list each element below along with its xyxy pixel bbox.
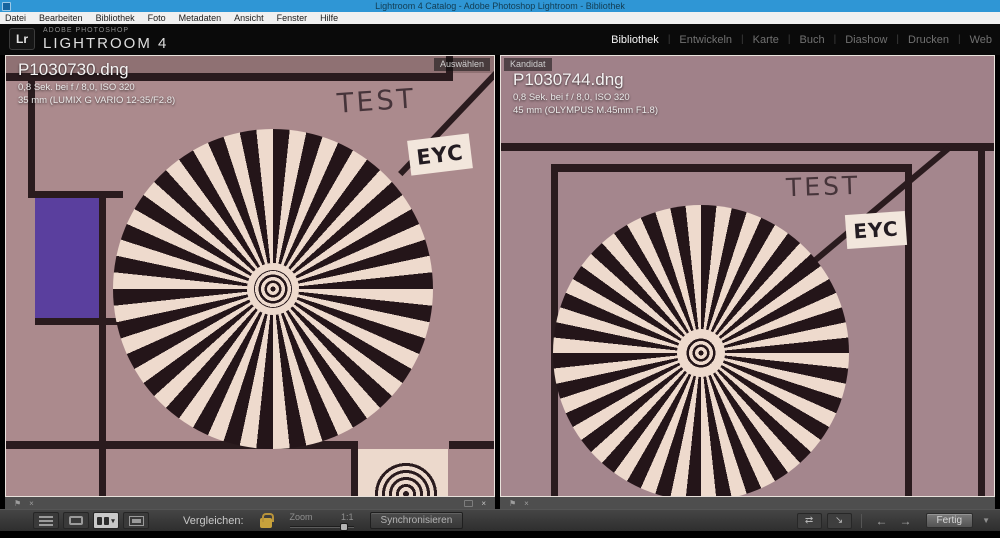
candidate-reject-flag-icon[interactable]: × [524, 499, 529, 508]
chart-purple-patch [35, 198, 101, 318]
siemens-star-2 [553, 205, 849, 496]
chart-line-h3 [35, 318, 119, 325]
select-reject-flag-icon[interactable]: × [29, 499, 34, 508]
toolbar-options-chevron-icon[interactable]: ▼ [982, 516, 990, 525]
select-filename: P1030730.dng [18, 60, 129, 79]
zoom-label: Zoom [289, 511, 313, 522]
candidate-photo-info: P1030744.dng 0,8 Sek. bei f / 8,0, ISO 3… [513, 70, 658, 116]
swap-icon: ⇄ [804, 515, 814, 526]
lightroom-header: Lr ADOBE PHOTOSHOP LIGHTROOM 4 Bibliothe… [0, 24, 1000, 55]
menu-bar: Datei Bearbeiten Bibliothek Foto Metadat… [0, 12, 1000, 24]
select-footer-bar: ⚑ × × [5, 497, 495, 509]
module-diashow[interactable]: Diashow [845, 34, 887, 46]
compare-candidate-image[interactable]: TEST EYC Kandidat P1030744.dng 0,8 Sek. … [500, 55, 995, 497]
compare-view-button[interactable]: ▾ [93, 512, 119, 529]
chart-eyc-label: EYC [407, 133, 473, 176]
chart-test-label-2: TEST [785, 170, 861, 203]
compare-select-image[interactable]: TEST EYC Auswählen P1030730.dng 0,8 Sek.… [5, 55, 495, 497]
module-separator: | [667, 34, 671, 45]
select-remove-icon[interactable]: × [481, 499, 486, 508]
make-select-button[interactable]: ↘ [826, 512, 852, 529]
menu-hilfe[interactable]: Hilfe [320, 13, 338, 23]
chart-line-h4b [449, 441, 494, 449]
swap-button[interactable]: ⇄ [796, 512, 822, 529]
make-select-icon: ↘ [834, 515, 844, 526]
chart-test-label: TEST [336, 83, 418, 120]
siemens-star [113, 129, 433, 449]
title-bar: Lightroom 4 Catalog - Adobe Photoshop Li… [0, 0, 1000, 12]
previous-photo-icon[interactable]: ← [876, 514, 888, 528]
loupe-view-button[interactable] [63, 512, 89, 529]
module-separator: | [787, 34, 791, 45]
module-separator: | [833, 34, 837, 45]
toolbar-separator [860, 513, 862, 528]
module-separator: | [896, 34, 899, 45]
menu-metadaten[interactable]: Metadaten [179, 13, 222, 23]
chart-line-v3 [351, 441, 358, 496]
module-buch[interactable]: Buch [800, 34, 825, 46]
loupe-view-icon [69, 516, 83, 525]
module-karte[interactable]: Karte [753, 34, 779, 46]
select-badge: Auswählen [433, 58, 490, 71]
menu-foto[interactable]: Foto [148, 13, 166, 23]
zoom-control: Zoom 1:1 [289, 511, 354, 531]
zoom-slider-thumb[interactable] [339, 522, 348, 531]
chart-line-h2 [28, 191, 123, 198]
module-separator: | [741, 34, 744, 45]
app-icon [2, 2, 11, 11]
zoom-slider[interactable] [289, 522, 354, 531]
done-button[interactable]: Fertig [925, 513, 974, 528]
menu-fenster[interactable]: Fenster [277, 13, 308, 23]
menu-bibliothek[interactable]: Bibliothek [96, 13, 135, 23]
module-separator: | [957, 34, 961, 45]
module-entwickeln[interactable]: Entwickeln [679, 34, 732, 46]
select-rotate-icon[interactable] [464, 499, 474, 507]
chart-line-v2 [99, 191, 106, 496]
survey-view-button[interactable] [123, 512, 149, 529]
select-photo-info: P1030730.dng 0,8 Sek. bei f / 8,0, ISO 3… [18, 60, 175, 106]
module-drucken[interactable]: Drucken [908, 34, 949, 46]
candidate-exposure: 0,8 Sek. bei f / 8,0, ISO 320 [513, 92, 630, 103]
module-web[interactable]: Web [970, 34, 992, 46]
select-lens: 35 mm (LUMIX G VARIO 12-35/F2.8) [18, 95, 176, 106]
compare-label: Vergleichen: [183, 514, 244, 527]
menu-ansicht[interactable]: Ansicht [234, 13, 264, 23]
synchronize-button[interactable]: Synchronisieren [369, 512, 464, 529]
window-title: Lightroom 4 Catalog - Adobe Photoshop Li… [375, 1, 625, 11]
module-bibliothek[interactable]: Bibliothek [611, 34, 659, 46]
chart-outer-top [501, 143, 994, 151]
bottom-strip [0, 531, 1000, 538]
brand-block: ADOBE PHOTOSHOP LIGHTROOM 4 [43, 27, 168, 52]
candidate-filename: P1030744.dng [513, 70, 624, 89]
menu-bearbeiten[interactable]: Bearbeiten [39, 13, 83, 23]
lr-logo: Lr [9, 28, 35, 50]
zoom-lock-icon[interactable] [259, 512, 274, 528]
grid-view-button[interactable] [33, 512, 59, 529]
candidate-pick-flag-icon[interactable]: ⚑ [509, 499, 516, 508]
bottom-toolbar: ▾ Vergleichen: Zoom 1:1 Synchronisieren … [0, 509, 1000, 531]
zoom-ratio: 1:1 [341, 511, 354, 522]
survey-view-icon [128, 515, 144, 526]
menu-datei[interactable]: Datei [5, 13, 26, 23]
candidate-lens: 45 mm (OLYMPUS M.45mm F1.8) [513, 105, 658, 116]
chart-eyc-label-2: EYC [844, 210, 908, 250]
module-picker: Bibliothek | Entwickeln | Karte | Buch |… [611, 24, 992, 55]
select-pick-flag-icon[interactable]: ⚑ [14, 499, 21, 508]
chart-bullseye-box [358, 449, 448, 496]
select-exposure: 0,8 Sek. bei f / 8,0, ISO 320 [18, 82, 135, 93]
brand-lightroom-4: LIGHTROOM 4 [43, 35, 169, 52]
brand-adobe-photoshop: ADOBE PHOTOSHOP [43, 27, 130, 34]
chart-outer-right [978, 151, 985, 496]
compare-view-icon: ▾ [97, 516, 115, 525]
grid-view-icon [39, 515, 53, 526]
next-photo-icon[interactable]: → [900, 514, 912, 528]
candidate-footer-bar: ⚑ × [500, 497, 995, 509]
chart-inner-right [905, 172, 912, 496]
